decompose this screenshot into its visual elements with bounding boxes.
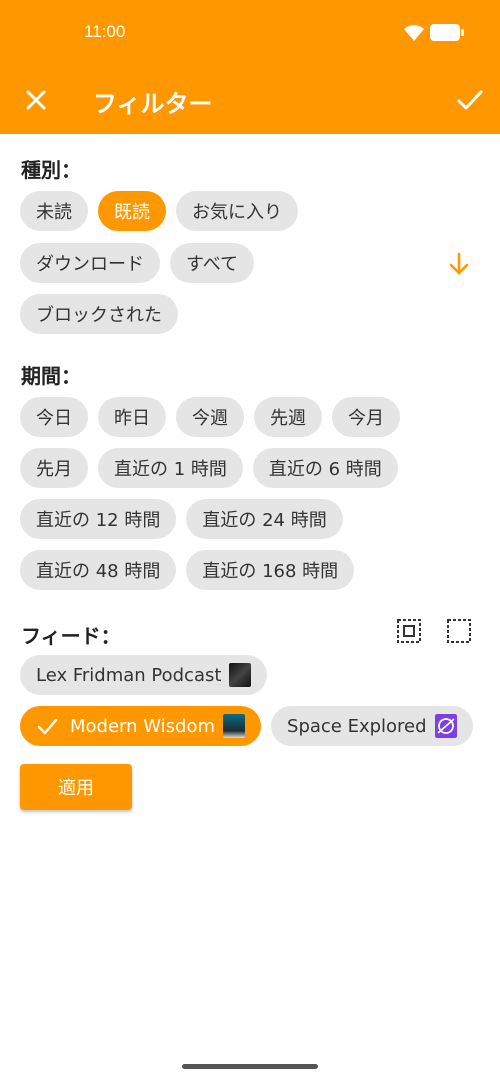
chip-unread[interactable]: 未読 — [20, 191, 88, 231]
arrow-down-icon[interactable] — [447, 250, 471, 278]
select-all-icon[interactable] — [396, 618, 422, 644]
lex-fridman-podcast-thumbnail-icon — [229, 663, 252, 687]
wifi-icon — [404, 25, 424, 41]
modern-wisdom-thumbnail-icon — [223, 714, 246, 738]
chip-downloaded[interactable]: ダウンロード — [20, 243, 160, 283]
chip-this-week[interactable]: 今週 — [176, 397, 244, 437]
feed-label: Space Explored — [287, 715, 427, 737]
space-explored-thumbnail-icon — [434, 714, 457, 738]
chip-all[interactable]: すべて — [170, 243, 255, 283]
chip-last-1-hour[interactable]: 直近の 1 時間 — [98, 448, 243, 488]
type-chip-row: ブロックされた — [20, 294, 178, 334]
feed-chip-row: Modern Wisdom Space Explored — [20, 706, 473, 746]
apply-button[interactable]: 適用 — [20, 764, 132, 810]
chip-favorites[interactable]: お気に入り — [176, 191, 298, 231]
close-icon[interactable] — [22, 86, 50, 114]
page-title: フィルター — [93, 90, 213, 118]
feed-label: Modern Wisdom — [70, 715, 216, 737]
confirm-check-icon[interactable] — [454, 84, 486, 116]
feed-label: Lex Fridman Podcast — [36, 664, 222, 686]
chip-last-12-hours[interactable]: 直近の 12 時間 — [20, 499, 177, 539]
period-chip-row: 今日 昨日 今週 先週 今月 — [20, 397, 400, 437]
chip-this-month[interactable]: 今月 — [332, 397, 400, 437]
chip-yesterday[interactable]: 昨日 — [98, 397, 166, 437]
chip-feed-lex-fridman[interactable]: Lex Fridman Podcast — [20, 655, 268, 695]
chip-feed-modern-wisdom[interactable]: Modern Wisdom — [20, 706, 262, 746]
period-chip-row: 先月 直近の 1 時間 直近の 6 時間 — [20, 448, 398, 488]
chip-feed-space-explored[interactable]: Space Explored — [271, 706, 473, 746]
deselect-all-icon[interactable] — [446, 618, 472, 644]
chip-last-168-hours[interactable]: 直近の 168 時間 — [186, 550, 355, 590]
type-chip-row: 未読 既読 お気に入り — [20, 191, 298, 231]
toolbar: フィルター — [0, 66, 500, 134]
chip-today[interactable]: 今日 — [20, 397, 88, 437]
chip-last-48-hours[interactable]: 直近の 48 時間 — [20, 550, 177, 590]
chip-last-6-hours[interactable]: 直近の 6 時間 — [252, 448, 398, 488]
chip-blocked[interactable]: ブロックされた — [20, 294, 178, 334]
status-bar: 11:00 — [0, 0, 500, 66]
battery-icon — [430, 24, 464, 41]
type-section-title: 種別： — [21, 158, 81, 182]
feed-section-title: フィード： — [21, 624, 121, 648]
period-section-title: 期間： — [21, 364, 81, 388]
chip-last-month[interactable]: 先月 — [20, 448, 88, 488]
period-chip-row: 直近の 48 時間 直近の 168 時間 — [20, 550, 355, 590]
type-chip-row: ダウンロード すべて — [20, 243, 255, 283]
feed-chip-row: Lex Fridman Podcast — [20, 655, 268, 695]
home-indicator[interactable] — [182, 1064, 318, 1069]
chip-read[interactable]: 既読 — [98, 191, 166, 231]
chip-last-week[interactable]: 先週 — [254, 397, 322, 437]
check-icon — [37, 718, 58, 735]
chip-last-24-hours[interactable]: 直近の 24 時間 — [186, 499, 343, 539]
period-chip-row: 直近の 12 時間 直近の 24 時間 — [20, 499, 343, 539]
status-time: 11:00 — [84, 22, 126, 41]
